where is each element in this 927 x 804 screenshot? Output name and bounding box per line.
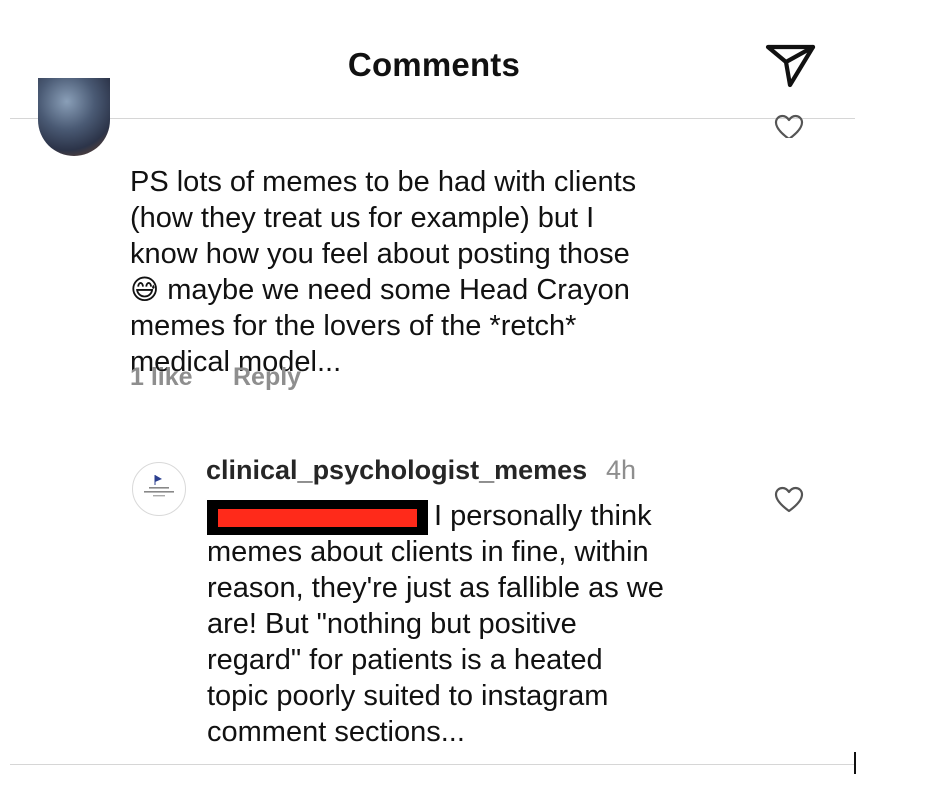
redaction-fill — [218, 509, 417, 527]
like-count[interactable]: 1 like — [130, 363, 193, 392]
page-title: Comments — [347, 46, 521, 83]
header-divider — [10, 118, 855, 119]
bottom-divider — [10, 764, 855, 765]
username[interactable]: clinical_psychologist_memes — [206, 455, 587, 486]
comment-text-part2: maybe we need some Head Crayon memes for… — [130, 274, 630, 378]
heart-icon[interactable] — [774, 486, 804, 514]
comment-text: memes about clients in fine, within reas… — [207, 536, 664, 748]
timestamp: 4h — [606, 455, 637, 485]
comment-text-first-line: I personally think — [434, 500, 652, 532]
text-cursor — [854, 752, 856, 774]
paper-plane-icon[interactable] — [764, 42, 818, 90]
heart-icon[interactable] — [774, 114, 804, 138]
sweat-smile-emoji: 😅 — [130, 273, 160, 306]
redaction-box — [207, 500, 428, 535]
avatar[interactable] — [38, 78, 110, 156]
comment-text-continued: 😅 maybe we need some Head Crayon memes fo… — [130, 236, 630, 380]
reply-button[interactable]: Reply — [233, 363, 301, 392]
avatar[interactable] — [132, 462, 186, 516]
